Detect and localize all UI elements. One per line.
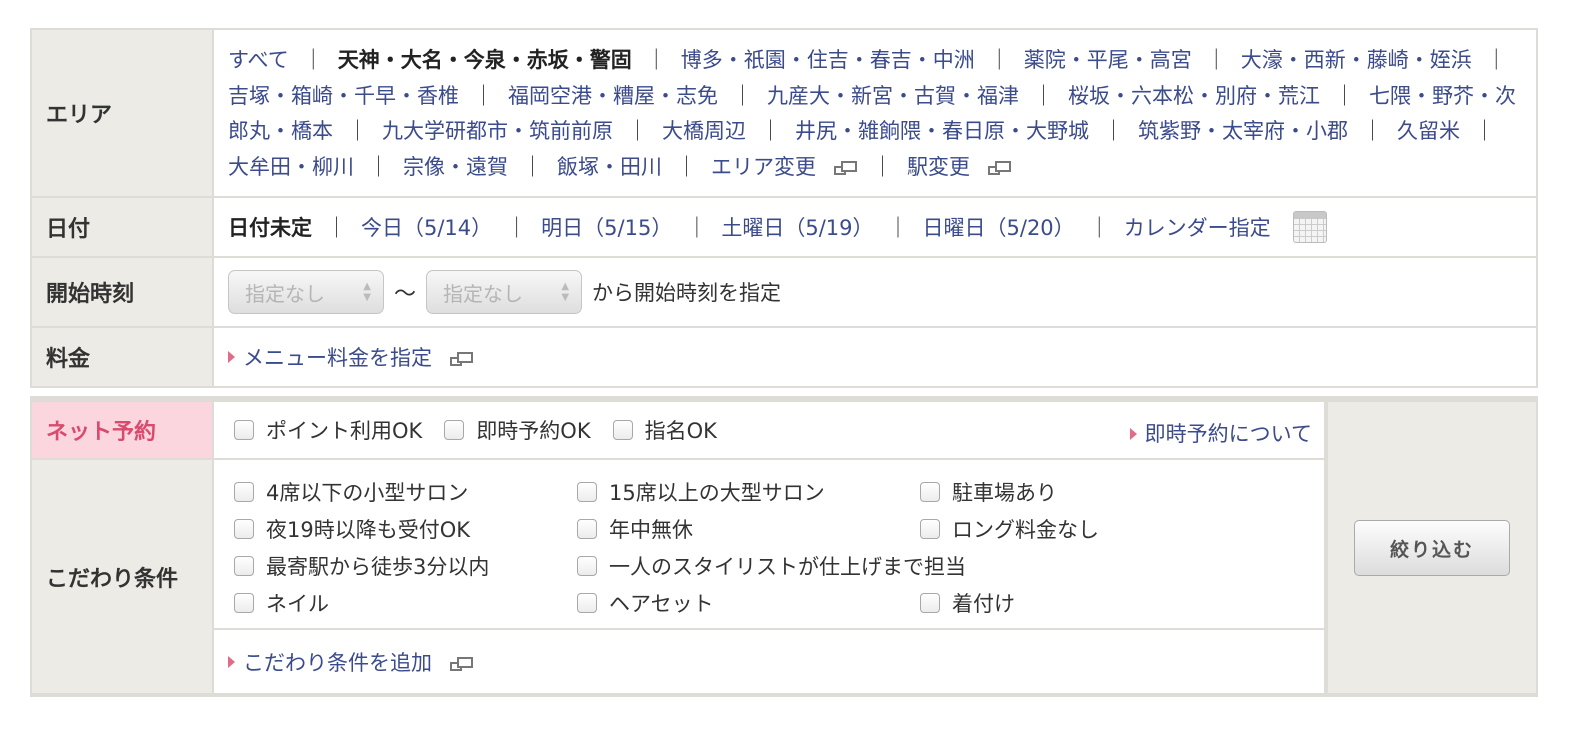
checkbox-after-19[interactable]: 夜19時以降も受付OK [234, 514, 470, 544]
area-link-iizuka[interactable]: 飯塚・田川 [557, 155, 662, 179]
date-label: 日付 [32, 198, 212, 256]
area-link-hakata[interactable]: 博多・祇園・住吉・春吉・中洲 [681, 48, 975, 72]
checkbox-box[interactable] [444, 420, 465, 440]
select-arrows-icon: ▲ ▼ [561, 281, 570, 303]
triangle-right-icon [228, 351, 235, 363]
checkbox-no-long-fee[interactable]: ロング料金なし [920, 514, 1099, 544]
area-links: すべて｜天神・大名・今泉・赤坂・警固｜博多・祇園・住吉・春吉・中洲｜薬院・平尾・… [214, 30, 1536, 196]
calendar-icon[interactable] [1292, 211, 1327, 243]
area-link-kyudai[interactable]: 九大学研都市・筑前前原 [382, 119, 613, 143]
checkbox-point-ok[interactable]: ポイント利用OK [234, 415, 422, 445]
area-link-chikushino[interactable]: 筑紫野・太宰府・小郡 [1138, 119, 1348, 143]
checkbox-instant-ok[interactable]: 即時予約OK [444, 415, 591, 445]
start-time-to-select[interactable]: 指定なし ▲ ▼ [426, 270, 583, 314]
area-link-ohori[interactable]: 大濠・西新・藤崎・姪浜 [1241, 48, 1472, 72]
kodawari-add: こだわり条件を追加 [214, 630, 1324, 693]
checkbox-single-stylist[interactable]: 一人のスタイリストが仕上げまで担当 [577, 551, 966, 581]
add-kodawari-link[interactable]: こだわり条件を追加 [243, 647, 474, 677]
area-link-omuta[interactable]: 大牟田・柳川 [228, 155, 354, 179]
area-link-yoshizuka[interactable]: 吉塚・箱崎・千早・香椎 [228, 84, 459, 108]
menu-price-link[interactable]: メニュー料金を指定 [243, 342, 474, 372]
kodawari-row: こだわり条件 4席以下の小型サロン 15席以上の大型サロン 駐車場あり 夜19時… [32, 460, 1324, 693]
area-current: 天神・大名・今泉・赤坂・警固 [337, 48, 632, 72]
area-row: エリア すべて｜天神・大名・今泉・赤坂・警固｜博多・祇園・住吉・春吉・中洲｜薬院… [32, 30, 1536, 196]
checkbox-nail[interactable]: ネイル [234, 588, 329, 618]
area-label: エリア [32, 30, 212, 196]
area-all-link[interactable]: すべて [228, 48, 289, 72]
date-sunday-link[interactable]: 日曜日（5/20） [923, 212, 1075, 242]
checkbox-nomination-ok[interactable]: 指名OK [612, 415, 717, 445]
area-link-sakurazaka[interactable]: 桜坂・六本松・別府・荒江 [1068, 84, 1320, 108]
search-conditions-table: エリア すべて｜天神・大名・今泉・赤坂・警固｜博多・祇園・住吉・春吉・中洲｜薬院… [30, 28, 1538, 388]
price-label: 料金 [32, 328, 212, 386]
change-area-link[interactable]: エリア変更 [711, 155, 858, 179]
net-reservation-row: ネット予約 ポイント利用OK 即時予約OK 指名OK 即時予約について [32, 402, 1324, 458]
area-link-ijiri[interactable]: 井尻・雑餉隈・春日原・大野城 [795, 119, 1089, 143]
date-unset: 日付未定 [228, 216, 312, 240]
price-options: メニュー料金を指定 [214, 328, 1536, 386]
checkbox-box[interactable] [612, 420, 633, 440]
price-row: 料金 メニュー料金を指定 [32, 328, 1536, 386]
checkbox-near-station[interactable]: 最寄駅から徒歩3分以内 [234, 551, 489, 581]
triangle-right-icon [228, 655, 235, 668]
net-reservation-label: ネット予約 [32, 402, 212, 458]
date-row: 日付 日付未定 ｜ 今日（5/14） ｜ 明日（5/15） ｜ 土曜日（5/19… [32, 198, 1536, 256]
area-link-yakuin[interactable]: 薬院・平尾・高宮 [1024, 48, 1192, 72]
area-link-kyusandai[interactable]: 九産大・新宮・古賀・福津 [767, 84, 1019, 108]
start-time-label: 開始時刻 [32, 258, 212, 326]
external-window-icon [450, 352, 474, 368]
change-station-link[interactable]: 駅変更 [907, 155, 1012, 179]
checkbox-box[interactable] [234, 420, 254, 440]
kodawari-content: 4席以下の小型サロン 15席以上の大型サロン 駐車場あり 夜19時以降も受付OK… [214, 460, 1324, 693]
start-time-controls: 指定なし ▲ ▼ 〜 指定なし ▲ ▼ から開始時刻を指定 [214, 258, 1536, 326]
instant-reservation-about-link[interactable]: 即時予約について [1145, 422, 1312, 446]
external-window-icon [834, 160, 858, 177]
area-link-ohashi[interactable]: 大橋周辺 [662, 119, 746, 143]
external-window-icon [988, 160, 1012, 177]
kodawari-label: こだわり条件 [32, 460, 212, 693]
area-link-munakata[interactable]: 宗像・遠賀 [403, 155, 508, 179]
date-today-link[interactable]: 今日（5/14） [361, 212, 492, 242]
external-window-icon [450, 656, 474, 673]
filter-button[interactable]: 絞り込む [1354, 520, 1510, 576]
start-time-row: 開始時刻 指定なし ▲ ▼ 〜 指定なし ▲ ▼ から開始時刻を指定 [32, 258, 1536, 326]
area-link-airport[interactable]: 福岡空港・糟屋・志免 [508, 84, 718, 108]
net-reservation-options: ポイント利用OK 即時予約OK 指名OK 即時予約について [214, 402, 1324, 458]
instant-reservation-about: 即時予約について [1129, 418, 1312, 448]
filter-panel: 絞り込む [1328, 402, 1536, 693]
range-tilde: 〜 [394, 282, 417, 307]
date-options: 日付未定 ｜ 今日（5/14） ｜ 明日（5/15） ｜ 土曜日（5/19） ｜… [214, 198, 1536, 256]
checkbox-small-salon[interactable]: 4席以下の小型サロン [234, 477, 468, 507]
separator: ｜ [302, 48, 324, 72]
checkbox-parking[interactable]: 駐車場あり [920, 477, 1057, 507]
date-tomorrow-link[interactable]: 明日（5/15） [541, 212, 672, 242]
kodawari-options: 4席以下の小型サロン 15席以上の大型サロン 駐車場あり 夜19時以降も受付OK… [214, 460, 1324, 628]
checkbox-large-salon[interactable]: 15席以上の大型サロン [577, 477, 825, 507]
area-link-kurume[interactable]: 久留米 [1397, 119, 1460, 143]
start-time-from-select[interactable]: 指定なし ▲ ▼ [228, 270, 384, 314]
checkbox-hair-set[interactable]: ヘアセット [577, 588, 714, 618]
checkbox-open-all-year[interactable]: 年中無休 [577, 514, 693, 544]
filter-conditions-table: ネット予約 ポイント利用OK 即時予約OK 指名OK 即時予約について こだわり… [30, 396, 1538, 697]
date-saturday-link[interactable]: 土曜日（5/19） [721, 212, 873, 242]
date-calendar-link[interactable]: カレンダー指定 [1124, 212, 1271, 242]
checkbox-kitsuke[interactable]: 着付け [920, 588, 1015, 618]
triangle-right-icon [1129, 428, 1137, 440]
start-time-suffix: から開始時刻を指定 [592, 281, 782, 305]
select-arrows-icon: ▲ ▼ [363, 281, 371, 303]
